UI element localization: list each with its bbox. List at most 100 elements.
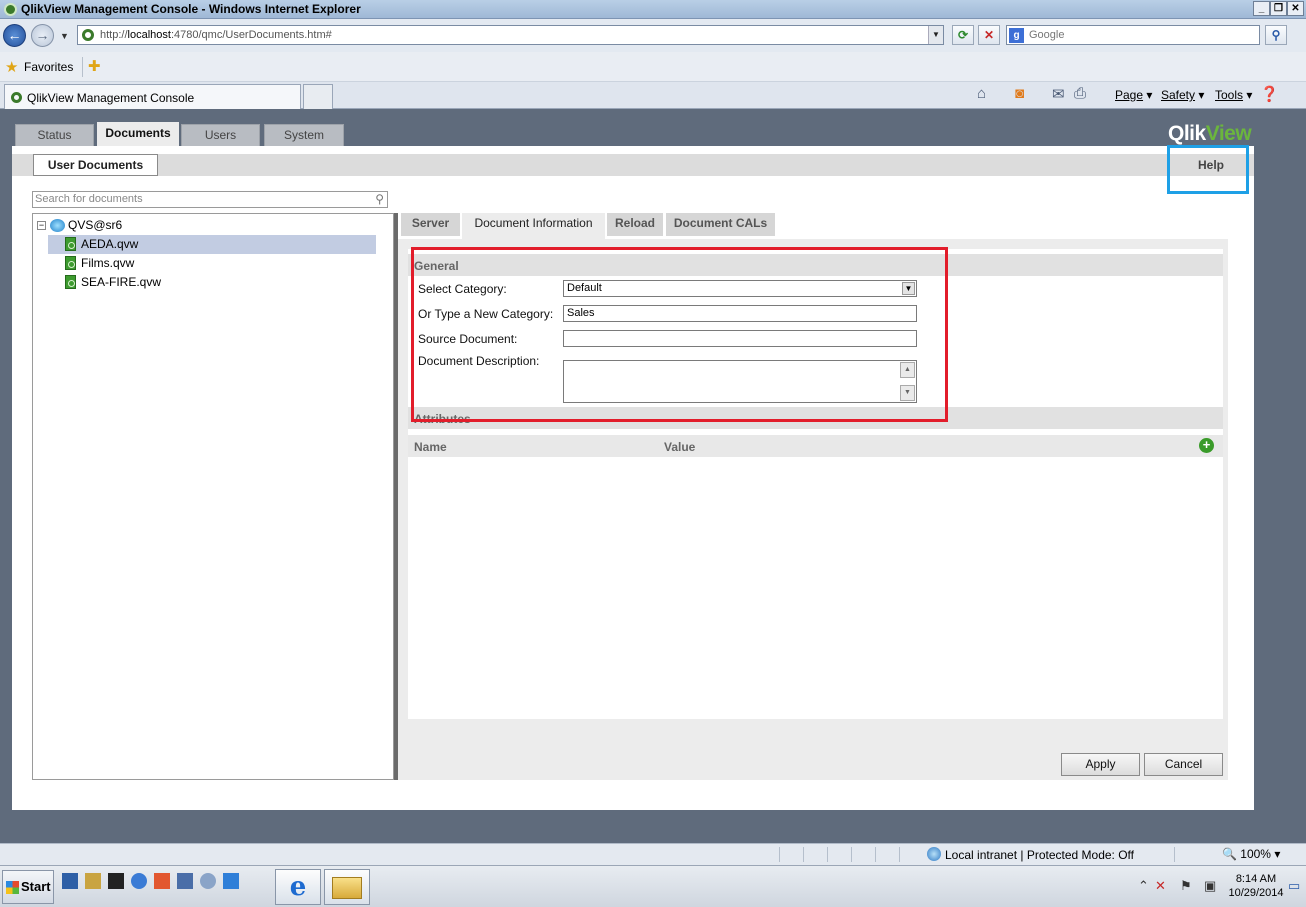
address-bar[interactable]: http://localhost:4780/qmc/UserDocuments.… — [77, 25, 944, 45]
show-desktop-corner-icon[interactable]: ▭ — [1288, 878, 1300, 894]
browser-search-input[interactable]: g Google — [1006, 25, 1260, 45]
restore-button[interactable]: ❐ — [1270, 1, 1287, 16]
remote-desktop-icon[interactable] — [177, 873, 193, 889]
add-attribute-icon[interactable]: + — [1199, 438, 1214, 453]
back-button[interactable]: ← — [3, 24, 26, 47]
home-icon[interactable]: ⌂ — [977, 85, 986, 102]
windows-logo-icon — [6, 881, 19, 894]
security-zone[interactable]: Local intranet | Protected Mode: Off — [927, 847, 1134, 862]
action-center-flag-icon[interactable]: ⚑ — [1180, 878, 1192, 894]
minimize-button[interactable]: _ — [1253, 1, 1270, 16]
tree-node-document[interactable]: SEA-FIRE.qvw — [48, 273, 376, 292]
close-window-button[interactable]: ✕ — [1287, 1, 1304, 16]
address-url: http://localhost:4780/qmc/UserDocuments.… — [100, 29, 332, 41]
favorites-star-icon[interactable]: ★ — [5, 58, 18, 76]
tree-node-document[interactable]: AEDA.qvw — [48, 235, 376, 254]
qvw-document-icon — [65, 237, 76, 251]
print-icon[interactable]: ⎙ — [1074, 85, 1086, 102]
taskbar-ie-button[interactable]: e — [275, 869, 321, 905]
new-tab-button[interactable] — [303, 84, 333, 109]
tab-reload[interactable]: Reload — [607, 213, 663, 236]
server-label: QVS@sr6 — [68, 218, 123, 232]
settings-gear-icon[interactable] — [200, 873, 216, 889]
status-cell — [875, 847, 898, 862]
clock-date: 10/29/2014 — [1228, 887, 1284, 899]
stop-icon[interactable]: ✕ — [978, 25, 1000, 45]
zoom-level[interactable]: 🔍 100% ▾ — [1222, 847, 1280, 861]
qmc-page: Status Documents Users System QlikView U… — [0, 109, 1306, 843]
tab-status[interactable]: Status — [15, 124, 94, 146]
command-prompt-icon[interactable] — [108, 873, 124, 889]
google-icon: g — [1009, 28, 1024, 43]
attributes-col-value: Value — [664, 440, 696, 454]
intranet-globe-icon — [927, 847, 941, 861]
document-tree: − QVS@sr6 AEDA.qvw Films.qvw SEA-FIRE.qv… — [32, 213, 394, 780]
tab-document-cals[interactable]: Document CALs — [666, 213, 775, 236]
browser-tab-qmc[interactable]: QlikView Management Console — [4, 84, 301, 109]
tab-favicon-icon — [11, 92, 22, 103]
document-search-input[interactable]: Search for documents ⚲ — [32, 191, 388, 208]
search-icon[interactable]: ⚲ — [375, 192, 384, 206]
address-dropdown-icon[interactable]: ▼ — [928, 26, 943, 44]
show-desktop-icon[interactable] — [62, 873, 78, 889]
qvw-document-icon — [65, 275, 76, 289]
volume-muted-icon[interactable]: ✕ — [1155, 878, 1166, 894]
tab-document-information[interactable]: Document Information — [462, 213, 605, 239]
status-cell — [899, 847, 922, 862]
apply-button[interactable]: Apply — [1061, 753, 1140, 776]
attributes-table-header: Name Value + — [408, 435, 1223, 457]
feeds-icon[interactable]: ◙ — [1015, 85, 1024, 102]
browser-search-placeholder: Google — [1029, 29, 1065, 41]
shark-app-icon[interactable] — [223, 873, 239, 889]
refresh-icon[interactable]: ⟳ — [952, 25, 974, 45]
document-search-placeholder: Search for documents — [35, 193, 143, 205]
system-clock[interactable]: 8:14 AM 10/29/2014 — [1225, 872, 1287, 900]
qlikview-app-icon — [4, 3, 17, 16]
help-link[interactable]: Help — [1198, 158, 1224, 172]
search-go-icon[interactable]: ⚲ — [1265, 25, 1287, 45]
forward-button[interactable]: → — [31, 24, 54, 47]
ie-status-bar: Local intranet | Protected Mode: Off 🔍 1… — [0, 843, 1306, 865]
tab-server[interactable]: Server — [401, 213, 460, 236]
cancel-button[interactable]: Cancel — [1144, 753, 1223, 776]
recent-pages-dropdown-icon[interactable]: ▼ — [60, 31, 69, 41]
tab-system[interactable]: System — [264, 124, 344, 146]
status-cell — [851, 847, 874, 862]
clock-time: 8:14 AM — [1235, 873, 1277, 885]
favorites-bar: ★ Favorites ✚ — [0, 52, 1306, 82]
taskbar-explorer-button[interactable] — [324, 869, 370, 905]
ie-quicklaunch-icon[interactable] — [131, 873, 147, 889]
office-icon[interactable] — [154, 873, 170, 889]
window-titlebar: QlikView Management Console - Windows In… — [0, 0, 1306, 19]
tab-documents[interactable]: Documents — [97, 122, 179, 147]
tab-users[interactable]: Users — [181, 124, 260, 146]
attributes-col-name: Name — [414, 440, 447, 454]
status-cell — [1174, 847, 1197, 862]
document-label: SEA-FIRE.qvw — [81, 275, 162, 289]
read-mail-icon[interactable]: ✉ — [1052, 85, 1065, 103]
safety-menu[interactable]: Safety ▾ — [1161, 88, 1204, 102]
add-to-favorites-icon[interactable]: ✚ — [88, 57, 101, 75]
windows-taskbar: Start e ⌃ ✕ ⚑ ▣ 8:14 AM 10/29/2014 ▭ — [0, 865, 1306, 907]
status-cell — [827, 847, 850, 862]
tree-node-document[interactable]: Films.qvw — [48, 254, 376, 273]
favorites-button[interactable]: Favorites — [24, 60, 73, 74]
subtab-user-documents[interactable]: User Documents — [33, 154, 158, 176]
browser-tab-bar: QlikView Management Console ⌂ ◙ ✉ ⎙ Page… — [0, 82, 1306, 109]
tree-node-server[interactable]: − QVS@sr6 — [35, 216, 375, 235]
help-menu-icon[interactable]: ❓ — [1260, 85, 1279, 103]
site-favicon-icon — [82, 29, 94, 41]
qlikview-logo: QlikView — [1168, 122, 1252, 145]
tray-expand-icon[interactable]: ⌃ — [1138, 878, 1149, 894]
status-cell — [779, 847, 802, 862]
page-menu[interactable]: Page ▾ — [1115, 88, 1152, 102]
browser-tab-title: QlikView Management Console — [27, 91, 195, 105]
tools-menu[interactable]: Tools ▾ — [1215, 88, 1252, 102]
help-highlight-box: Help — [1167, 145, 1249, 194]
server-manager-icon[interactable] — [85, 873, 101, 889]
collapse-icon[interactable]: − — [37, 221, 46, 230]
network-icon[interactable]: ▣ — [1204, 878, 1216, 894]
documents-panel: User Documents Help Search for documents… — [12, 145, 1254, 810]
start-button[interactable]: Start — [2, 870, 54, 904]
qvw-document-icon — [65, 256, 76, 270]
